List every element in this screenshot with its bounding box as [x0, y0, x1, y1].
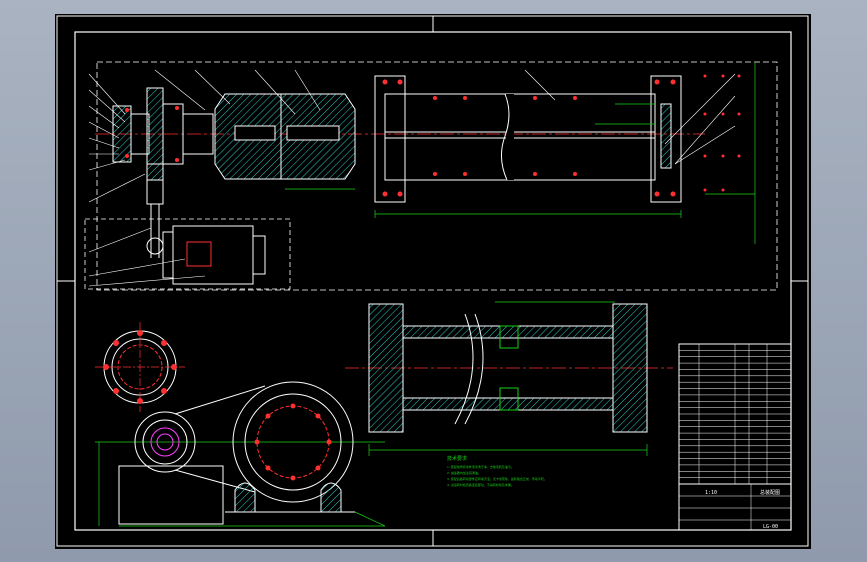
parts-list — [678, 343, 792, 531]
note-line: 4. 试运转时检查各连接部位，不得有松动及渗漏。 — [447, 482, 514, 487]
drum-section — [345, 301, 673, 456]
note-line: 3. 装配后各转动部件应转动灵活，无卡滞现象，齿轮啮合正常，传动平稳。 — [447, 476, 547, 481]
drawing-number: LG-00 — [763, 524, 778, 530]
cad-viewport[interactable]: 技术要求 1. 装配前所有零件须清洗干净，去除毛刺及油污。 2. 减速器内加注润… — [55, 14, 811, 549]
flange-icon — [95, 322, 185, 412]
assembly-drawing: 技术要求 1. 装配前所有零件须清洗干净，去除毛刺及油污。 2. 减速器内加注润… — [56, 15, 809, 547]
technical-notes: 技术要求 1. 装配前所有零件须清洗干净，去除毛刺及油污。 2. 减速器内加注润… — [447, 455, 547, 487]
title-block: 总装配图 1:10 LG-00 — [678, 483, 792, 531]
drum-shaft — [374, 75, 682, 203]
note-line: 1. 装配前所有零件须清洗干净，去除毛刺及油污。 — [447, 464, 514, 469]
note-line: 2. 减速器内加注润滑油。 — [447, 470, 481, 475]
motor-icon — [84, 218, 291, 290]
anchor-holes — [703, 74, 741, 192]
side-view — [95, 381, 386, 527]
roller-housing — [214, 93, 356, 180]
bearing-icon — [234, 482, 342, 513]
drawing-title: 总装配图 — [760, 489, 780, 496]
scale-value: 1:10 — [705, 490, 717, 496]
upper-assembly-view — [84, 61, 778, 291]
notes-title: 技术要求 — [447, 455, 467, 462]
